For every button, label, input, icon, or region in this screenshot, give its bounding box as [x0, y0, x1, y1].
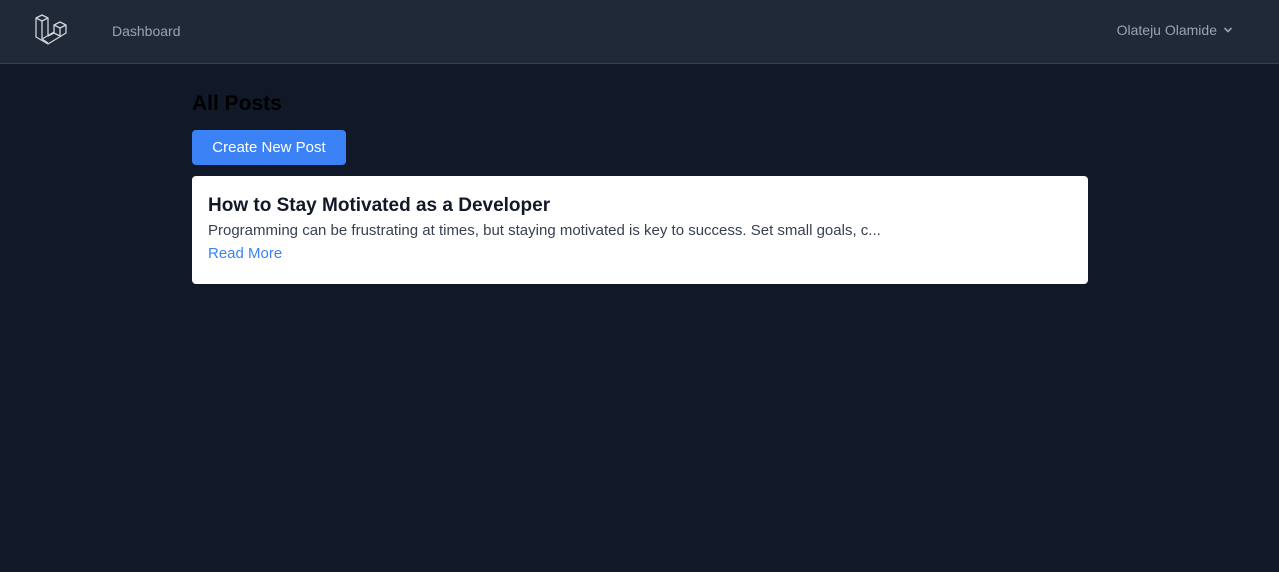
create-new-post-button[interactable]: Create New Post	[192, 130, 346, 165]
user-menu-button[interactable]: Olateju Olamide	[1117, 21, 1233, 39]
top-navbar: Dashboard Olateju Olamide	[0, 0, 1279, 64]
chevron-down-icon	[1224, 27, 1232, 33]
post-title: How to Stay Motivated as a Developer	[208, 195, 551, 216]
user-name: Olateju Olamide	[1116, 22, 1217, 38]
laravel-logo-icon[interactable]	[34, 14, 68, 48]
post-card: How to Stay Motivated as a Developer Pro…	[192, 176, 1088, 284]
page-title: All Posts	[192, 92, 282, 115]
read-more-link[interactable]: Read More	[208, 244, 282, 264]
post-excerpt: Programming can be frustrating at times,…	[208, 222, 881, 239]
nav-dashboard-link[interactable]: Dashboard	[112, 22, 181, 40]
